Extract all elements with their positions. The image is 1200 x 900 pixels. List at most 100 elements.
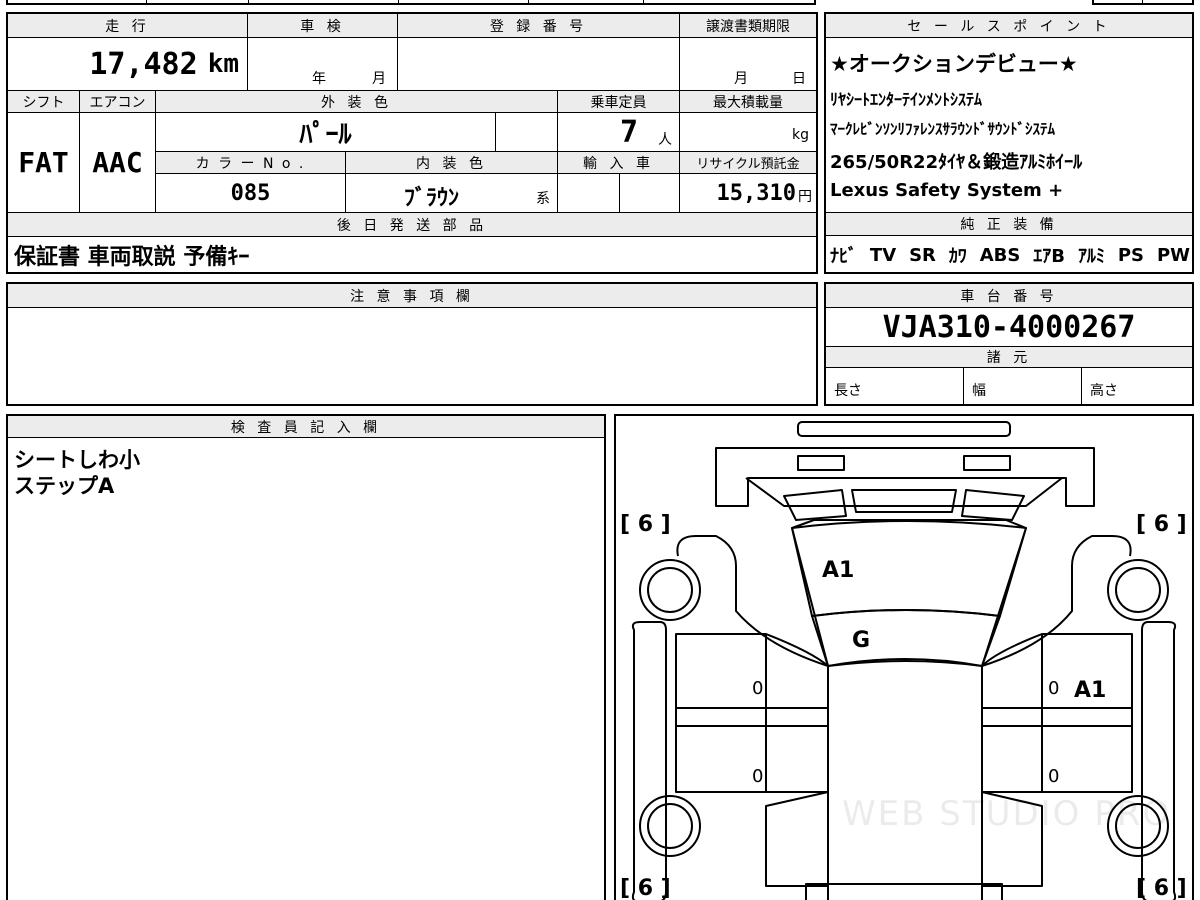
max-load-unit: kg [792,127,809,143]
ac-value: AAC [80,113,156,212]
inspector-box: 検 査 員 記 入 欄 シートしわ小 ステップA [6,414,606,900]
sales-point-line: ★オークションデビュー★ [830,52,1078,76]
transfer-day: 日 [792,71,806,87]
notes-box: 注 意 事 項 欄 [6,282,818,406]
right-door-damage-mark: A1 [1074,678,1107,703]
exterior-color-label: 外 装 色 [156,91,558,113]
inspection-label: 車 検 [248,14,398,38]
spec-length: 長さ [826,368,964,404]
damage-diagram-box: [ 6 ] [ 6 ] [ 6 ] [ 6 ] A1 G A1 0 0 0 0 … [614,414,1194,900]
top-strip [6,0,816,5]
recycle-fee-unit: 円 [798,189,812,205]
mileage-value: 17,482 [89,46,198,82]
chassis-number-label: 車 台 番 号 [826,284,1192,308]
sales-points-label: セ ー ル ス ポ イ ン ト [826,14,1192,38]
windshield-damage-mark: G [852,628,871,653]
vent-center [851,489,957,513]
top-strip-right [1092,0,1194,5]
hood-damage-mark: A1 [822,558,855,583]
sales-points-box: セ ー ル ス ポ イ ン ト ★オークションデビュー★ ﾘﾔｼｰﾄｴﾝﾀｰﾃｲ… [824,12,1194,274]
tire-br-mark: [ 6 ] [1136,876,1187,900]
right-headlight [963,455,1011,471]
right-step [1141,621,1177,900]
spec-height: 高さ [1082,368,1192,404]
spec-length-label: 長さ [834,383,862,399]
equipment-item: ABS [979,244,1021,266]
equipment-item: PS [1117,244,1145,266]
equipment-list: ﾅﾋﾞ TV SR ｶﾜ ABS ｴｱB ｱﾙﾐ PS PW [830,238,1190,272]
spec-width-label: 幅 [972,383,986,399]
capacity-unit: 人 [658,132,672,148]
sales-point-line: 265/50R22ﾀｲﾔ＆鍛造ｱﾙﾐﾎｲｰﾙ [830,152,1083,173]
inspector-note: ステップA [14,474,115,498]
equipment-item: ｴｱB [1033,246,1066,267]
zero-mark: 0 [752,766,764,787]
shift-label: シフト [8,91,80,113]
mileage-label: 走 行 [8,14,248,38]
recycle-fee-label: リサイクル預託金 [680,152,816,174]
spec-width: 幅 [964,368,1082,404]
roof [827,660,983,900]
tire-tl-mark: [ 6 ] [620,512,671,537]
inspection-year: 年 [312,71,326,87]
hood-top [745,477,1063,507]
right-front-door-beltline [981,707,1133,727]
transfer-deadline-value: 月 日 [680,38,816,90]
import-label: 輸 入 車 [558,152,680,174]
equipment-item: PW [1156,244,1190,266]
equipment-item: SR [909,244,936,266]
tire-tr-mark: [ 6 ] [1136,512,1187,537]
interior-color-label: 内 装 色 [346,152,558,174]
later-parts-label: 後 日 発 送 部 品 [8,213,816,237]
sales-point-line: ﾏｰｸﾚﾋﾞﾝｿﾝﾘﾌｧﾚﾝｽｻﾗｳﾝﾄﾞｻｳﾝﾄﾞｼｽﾃﾑ [830,120,1056,138]
interior-color-value: ﾌﾞﾗｳﾝ [404,186,460,211]
sales-point-line: Lexus Safety System + [830,180,1064,201]
windshield [811,609,1001,667]
tire-bl-mark: [ 6 ] [620,876,671,900]
mileage-value-cell: 17,482 km [8,38,248,90]
ac-label: エアコン [80,91,156,113]
notes-value [14,314,810,394]
capacity-value-cell: 7 人 [558,113,680,151]
import-value-a [558,174,620,212]
left-rear-quarter [765,791,829,887]
import-value-b [620,174,680,212]
chassis-number-value: VJA310-4000267 [882,309,1136,345]
shift-value: FAT [8,113,80,212]
color-no-label: カ ラ ー N o . [156,152,346,174]
interior-color-suffix: 系 [536,191,550,207]
capacity-label: 乗車定員 [558,91,680,113]
specs-label: 諸 元 [826,346,1192,368]
equipment-item: ｱﾙﾐ [1077,246,1105,267]
sales-point-line: ﾘﾔｼｰﾄｴﾝﾀｰﾃｲﾝﾒﾝﾄｼｽﾃﾑ [830,90,983,109]
recycle-fee-value: 15,310 [716,180,796,206]
max-load-label: 最大積載量 [680,91,816,113]
max-load-value-cell: kg [680,113,816,151]
recycle-fee-value-cell: 15,310 円 [680,174,816,212]
transfer-deadline-label: 譲渡書類期限 [680,14,816,38]
zero-mark: 0 [1048,766,1060,787]
transfer-month: 月 [734,71,748,87]
inspection-month: 月 [372,71,386,87]
zero-mark: 0 [752,678,764,699]
exterior-color-value: ﾊﾟｰﾙ [156,113,496,151]
interior-color-value-cell: ﾌﾞﾗｳﾝ 系 [346,174,558,212]
chassis-box: 車 台 番 号 VJA310-4000267 諸 元 長さ 幅 高さ [824,282,1194,406]
notes-label: 注 意 事 項 欄 [8,284,816,308]
equipment-label: 純 正 装 備 [826,212,1192,236]
registration-label: 登 録 番 号 [398,14,680,38]
later-parts-value: 保証書 車両取説 予備ｷｰ [14,245,250,270]
mileage-unit: km [207,49,239,79]
equipment-item: TV [869,244,897,266]
watermark: WEB STUDIO PRO [842,794,1172,834]
color-no-value: 085 [156,174,346,212]
front-body [676,519,1132,667]
inspection-value-cell: 年 月 [248,38,398,90]
left-front-door-beltline [675,707,829,727]
zero-mark: 0 [1048,678,1060,699]
vehicle-info-table: 走 行 車 検 登 録 番 号 譲渡書類期限 17,482 km 年 月 月 日… [6,12,818,274]
inspector-label: 検 査 員 記 入 欄 [8,416,604,438]
registration-value [398,38,680,90]
rear-gate [805,883,1003,900]
left-headlight [797,455,845,471]
